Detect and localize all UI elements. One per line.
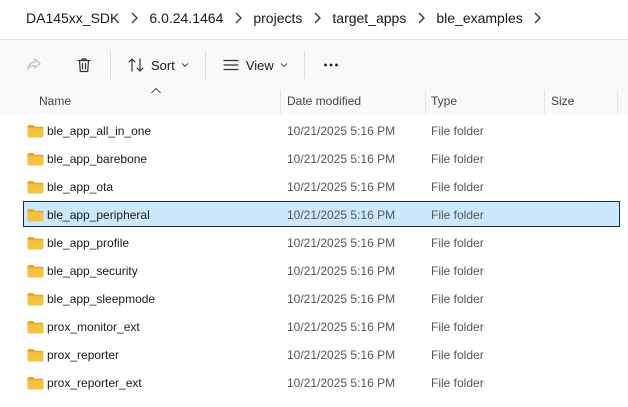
chevron-right-icon[interactable] bbox=[527, 12, 549, 24]
folder-icon bbox=[27, 181, 44, 194]
column-header-name[interactable]: Name bbox=[39, 90, 71, 114]
breadcrumb-item-target-apps[interactable]: target_apps bbox=[328, 10, 410, 26]
file-type: File folder bbox=[431, 264, 484, 278]
more-button[interactable] bbox=[315, 49, 347, 81]
column-header-size[interactable]: Size bbox=[551, 90, 574, 114]
file-row[interactable]: prox_reporter_ext 10/21/2025 5:16 PM Fil… bbox=[0, 369, 628, 397]
breadcrumb-item-version[interactable]: 6.0.24.1464 bbox=[145, 10, 227, 26]
sort-icon bbox=[128, 58, 144, 72]
folder-icon bbox=[27, 349, 44, 362]
file-name: prox_reporter bbox=[47, 348, 120, 362]
chevron-right-icon[interactable] bbox=[123, 12, 145, 24]
file-name: ble_app_peripheral bbox=[47, 208, 150, 222]
share-icon bbox=[27, 58, 41, 70]
file-name: ble_app_barebone bbox=[47, 152, 148, 166]
file-name: prox_monitor_ext bbox=[47, 320, 140, 334]
file-name: ble_app_all_in_one bbox=[47, 124, 152, 138]
folder-icon bbox=[27, 237, 44, 250]
file-date: 10/21/2025 5:16 PM bbox=[287, 292, 396, 306]
folder-icon bbox=[27, 377, 44, 390]
file-type: File folder bbox=[431, 320, 484, 334]
sort-ascending-icon bbox=[151, 87, 161, 94]
column-divider[interactable] bbox=[544, 90, 545, 114]
file-name: ble_app_sleepmode bbox=[47, 292, 156, 306]
file-row[interactable]: ble_app_sleepmode 10/21/2025 5:16 PM Fil… bbox=[0, 285, 628, 313]
delete-button[interactable] bbox=[68, 49, 100, 81]
breadcrumb: DA145xx_SDK 6.0.24.1464 projects target_… bbox=[0, 0, 628, 36]
folder-icon bbox=[27, 153, 44, 166]
file-date: 10/21/2025 5:16 PM bbox=[287, 320, 396, 334]
file-type: File folder bbox=[431, 152, 484, 166]
toolbar: Sort View bbox=[0, 40, 628, 90]
toolbar-separator bbox=[303, 51, 305, 79]
breadcrumb-item-ble-examples[interactable]: ble_examples bbox=[432, 10, 526, 26]
folder-icon bbox=[27, 321, 44, 334]
file-row[interactable]: prox_reporter 10/21/2025 5:16 PM File fo… bbox=[0, 341, 628, 369]
sort-button[interactable]: Sort bbox=[121, 49, 195, 81]
chevron-right-icon[interactable] bbox=[227, 12, 249, 24]
column-header-type[interactable]: Type bbox=[431, 90, 457, 114]
file-row[interactable]: prox_monitor_ext 10/21/2025 5:16 PM File… bbox=[0, 313, 628, 341]
file-row-selected[interactable]: ble_app_peripheral 10/21/2025 5:16 PM Fi… bbox=[0, 201, 628, 229]
file-type: File folder bbox=[431, 180, 484, 194]
folder-icon bbox=[27, 209, 44, 222]
chevron-down-icon bbox=[181, 63, 189, 68]
file-date: 10/21/2025 5:16 PM bbox=[287, 124, 396, 138]
file-type: File folder bbox=[431, 208, 484, 222]
toolbar-separator bbox=[110, 51, 111, 79]
view-button[interactable]: View bbox=[216, 49, 294, 81]
file-date: 10/21/2025 5:16 PM bbox=[287, 152, 396, 166]
breadcrumb-item-sdk[interactable]: DA145xx_SDK bbox=[0, 10, 123, 26]
file-date: 10/21/2025 5:16 PM bbox=[287, 208, 396, 222]
file-name: ble_app_ota bbox=[47, 180, 114, 194]
chevron-right-icon[interactable] bbox=[306, 12, 328, 24]
trash-icon bbox=[77, 58, 91, 73]
file-type: File folder bbox=[431, 376, 484, 390]
column-divider[interactable] bbox=[280, 90, 281, 114]
file-date: 10/21/2025 5:16 PM bbox=[287, 236, 396, 250]
folder-icon bbox=[27, 293, 44, 306]
file-date: 10/21/2025 5:16 PM bbox=[287, 376, 396, 390]
column-divider[interactable] bbox=[617, 90, 618, 114]
file-name: ble_app_security bbox=[47, 264, 138, 278]
more-icon bbox=[323, 63, 338, 67]
file-list: ble_app_all_in_one 10/21/2025 5:16 PM Fi… bbox=[0, 117, 628, 397]
file-date: 10/21/2025 5:16 PM bbox=[287, 264, 396, 278]
file-type: File folder bbox=[431, 236, 484, 250]
folder-icon bbox=[27, 125, 44, 138]
column-divider[interactable] bbox=[425, 90, 426, 114]
file-date: 10/21/2025 5:16 PM bbox=[287, 348, 396, 362]
file-row[interactable]: ble_app_security 10/21/2025 5:16 PM File… bbox=[0, 257, 628, 285]
file-type: File folder bbox=[431, 124, 484, 138]
toolbar-separator bbox=[204, 51, 206, 79]
share-button[interactable] bbox=[18, 49, 50, 81]
file-row[interactable]: ble_app_profile 10/21/2025 5:16 PM File … bbox=[0, 229, 628, 257]
column-header: Name Date modified Type Size bbox=[0, 87, 628, 114]
sort-label: Sort bbox=[151, 57, 175, 73]
view-label: View bbox=[245, 57, 274, 73]
file-row[interactable]: ble_app_all_in_one 10/21/2025 5:16 PM Fi… bbox=[0, 117, 628, 145]
file-row[interactable]: ble_app_ota 10/21/2025 5:16 PM File fold… bbox=[0, 173, 628, 201]
view-icon bbox=[223, 59, 239, 71]
folder-icon bbox=[27, 265, 44, 278]
breadcrumb-item-projects[interactable]: projects bbox=[249, 10, 306, 26]
file-row[interactable]: ble_app_barebone 10/21/2025 5:16 PM File… bbox=[0, 145, 628, 173]
file-type: File folder bbox=[431, 348, 484, 362]
file-name: ble_app_profile bbox=[47, 236, 130, 250]
file-name: prox_reporter_ext bbox=[47, 376, 142, 390]
chevron-right-icon[interactable] bbox=[410, 12, 432, 24]
chevron-down-icon bbox=[280, 63, 288, 68]
column-header-date[interactable]: Date modified bbox=[287, 90, 361, 114]
file-date: 10/21/2025 5:16 PM bbox=[287, 180, 396, 194]
file-type: File folder bbox=[431, 292, 484, 306]
